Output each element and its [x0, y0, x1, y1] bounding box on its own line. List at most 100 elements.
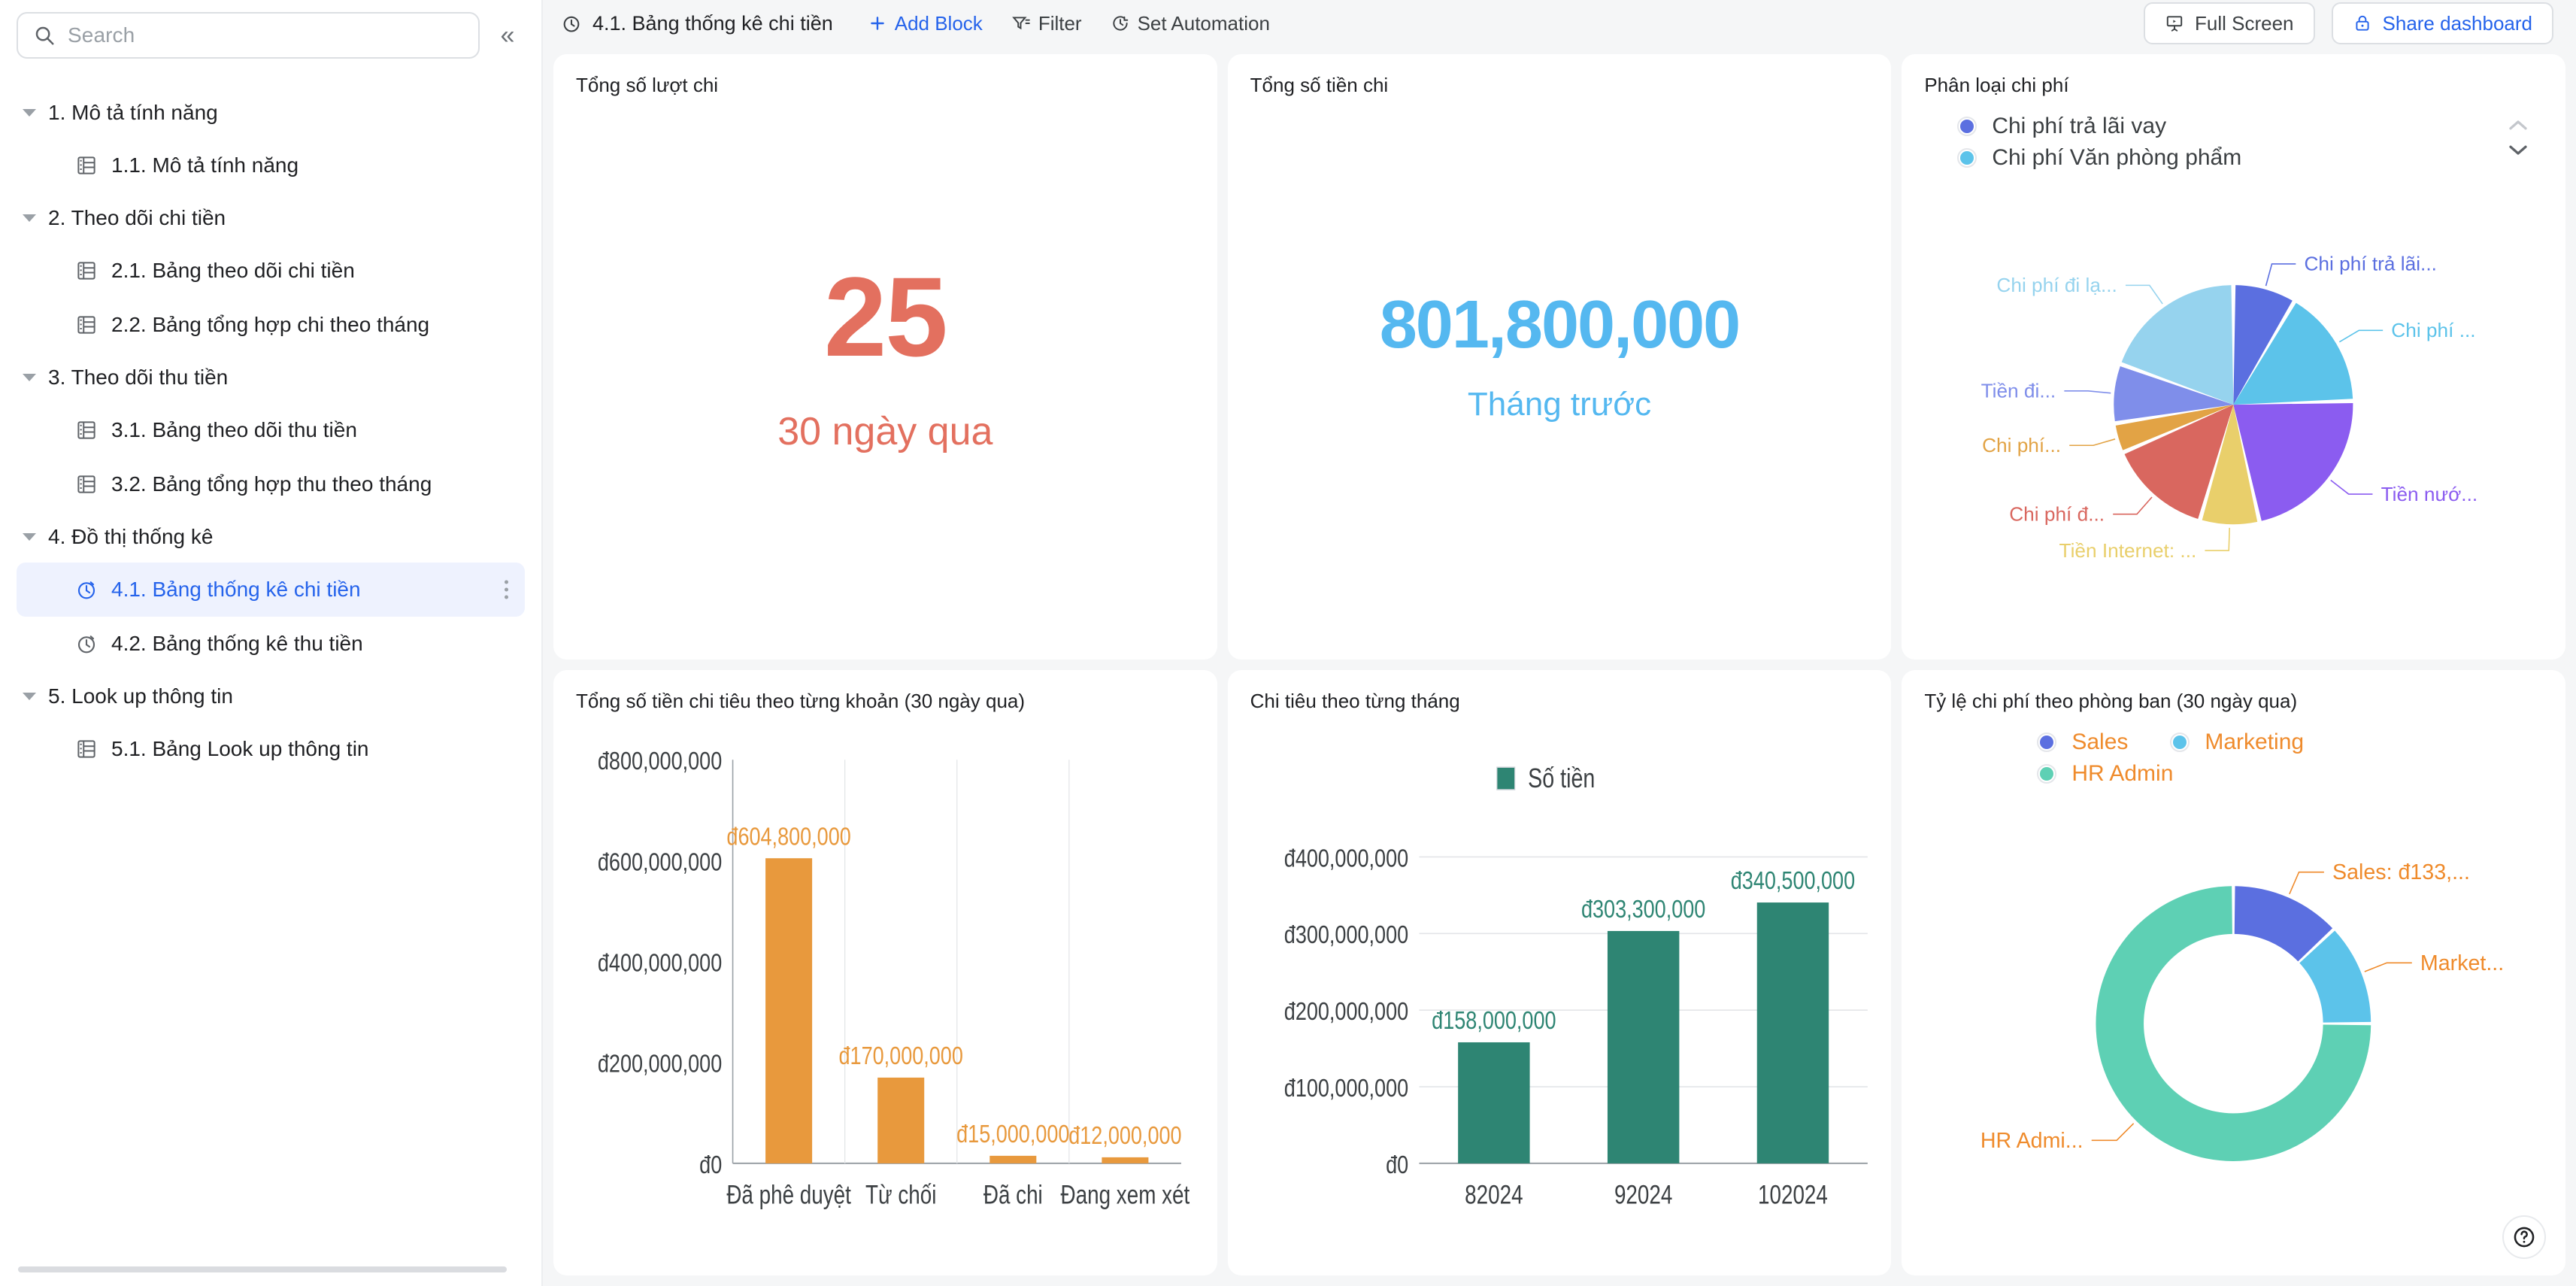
caret-down-icon	[23, 109, 36, 117]
main-area: 4.1. Bảng thống kê chi tiền Add Block Fi…	[543, 0, 2576, 1286]
y-tick-label: đ300,000,000	[1283, 921, 1408, 949]
question-mark-icon	[2514, 1227, 2535, 1248]
y-tick-label: đ400,000,000	[598, 949, 722, 978]
bar-value-label: đ170,000,000	[839, 1042, 963, 1070]
item-more-options-icon[interactable]	[505, 580, 508, 599]
set-automation-label: Set Automation	[1137, 11, 1270, 35]
sidebar-item-2-1[interactable]: 2.1. Bảng theo dõi chi tiền	[17, 244, 525, 298]
pie-slice-label: Tiền đi...	[1981, 380, 2056, 402]
bar[interactable]	[765, 858, 813, 1163]
sidebar-group-label: 4. Đồ thị thống kê	[48, 525, 214, 548]
pie-slice-label: Tiền Internet: ...	[2059, 539, 2197, 562]
sidebar-group-2[interactable]: 2. Theo dõi chi tiền	[0, 193, 541, 244]
page-title: 4.1. Bảng thống kê chi tiền	[561, 12, 833, 35]
search-placeholder: Search	[68, 23, 135, 47]
bar[interactable]	[1102, 1157, 1149, 1163]
search-icon	[35, 26, 54, 45]
sidebar-group-5[interactable]: 5. Look up thông tin	[0, 671, 541, 722]
sidebar-item-5-1[interactable]: 5.1. Bảng Look up thông tin	[17, 722, 525, 776]
filter-button[interactable]: Filter	[1011, 12, 1082, 35]
kpi-total-amount-subtitle: Tháng trước	[1467, 385, 1652, 423]
donut-slice-label: Market...	[2420, 951, 2504, 975]
full-screen-label: Full Screen	[2195, 11, 2294, 35]
sidebar: Search « 1. Mô tả tính năng 1.1. Mô tả tí…	[0, 0, 543, 1286]
card-expense-by-status: Tổng số tiền chi tiêu theo từng khoản (3…	[553, 670, 1217, 1275]
sidebar-group-1[interactable]: 1. Mô tả tính năng	[0, 87, 541, 138]
sidebar-item-4-1[interactable]: 4.1. Bảng thống kê chi tiền	[17, 563, 525, 617]
table-icon	[77, 421, 95, 439]
x-tick-label: Đang xem xét	[1061, 1180, 1190, 1210]
bar[interactable]	[1457, 1042, 1530, 1163]
bar[interactable]	[1607, 930, 1680, 1163]
legend-label: Số tiền	[1528, 763, 1595, 793]
kpi-total-amount: 801,800,000 Tháng trước	[1228, 54, 1892, 660]
bar-value-label: đ158,000,000	[1432, 1006, 1556, 1035]
bar[interactable]	[1756, 902, 1829, 1163]
bar[interactable]	[989, 1155, 1037, 1163]
collapse-sidebar-button[interactable]: «	[490, 18, 525, 53]
kpi-total-amount-value: 801,800,000	[1379, 287, 1741, 362]
table-icon	[77, 156, 95, 174]
chart-legend: Số tiền	[1496, 763, 1595, 793]
caret-down-icon	[23, 214, 36, 222]
sidebar-item-label: 4.1. Bảng thống kê chi tiền	[111, 578, 361, 601]
sidebar-group-label: 3. Theo dõi thu tiền	[48, 365, 229, 389]
y-tick-label: đ800,000,000	[598, 747, 722, 775]
sidebar-item-3-2[interactable]: 3.2. Bảng tổng hợp thu theo tháng	[17, 457, 525, 511]
sidebar-group-4[interactable]: 4. Đồ thị thống kê	[0, 511, 541, 563]
sidebar-item-2-2[interactable]: 2.2. Bảng tổng hợp chi theo tháng	[17, 298, 525, 352]
sidebar-item-1-1[interactable]: 1.1. Mô tả tính năng	[17, 138, 525, 193]
sidebar-item-label: 2.1. Bảng theo dõi chi tiền	[111, 259, 355, 282]
donut-slice-label: HR Admi...	[1980, 1129, 2084, 1153]
set-automation-button[interactable]: Set Automation	[1111, 12, 1270, 35]
sidebar-item-label: 5.1. Bảng Look up thông tin	[111, 737, 369, 760]
plus-icon	[870, 17, 884, 30]
table-icon	[77, 475, 95, 493]
x-tick-label: 102024	[1758, 1180, 1828, 1210]
kpi-total-count-subtitle: 30 ngày qua	[777, 409, 993, 453]
bar-chart-by-month: đ0 đ100,000,000 đ200,000,000 đ300,000,000 đ4…	[1228, 670, 1892, 1275]
sidebar-item-label: 1.1. Mô tả tính năng	[111, 153, 299, 177]
pie-slice-label: Chi phí ...	[2392, 319, 2476, 341]
sidebar-item-label: 3.2. Bảng tổng hợp thu theo tháng	[111, 472, 432, 496]
y-tick-label: đ0	[699, 1151, 722, 1179]
pie-chart: Chi phí trả lãi... Chi phí ... Tiền nướ...…	[1902, 54, 2565, 660]
y-tick-label: đ0	[1386, 1151, 1408, 1179]
card-total-count: Tổng số lượt chi 25 30 ngày qua	[553, 54, 1217, 660]
sidebar-group: 3. Theo dõi thu tiền 3.1. Bảng theo dõi t…	[0, 352, 541, 511]
pie-slice-label: Chi phí trả lãi...	[2305, 253, 2437, 275]
sidebar-header: Search «	[0, 0, 541, 66]
sidebar-item-3-1[interactable]: 3.1. Bảng theo dõi thu tiền	[17, 403, 525, 457]
donut-chart: Sales: đ133,... Market... HR Admi...	[1902, 670, 2565, 1275]
table-icon	[77, 262, 95, 280]
card-expense-by-department: Tỷ lệ chi phí theo phòng ban (30 ngày qu…	[1902, 670, 2565, 1275]
app-root: Search « 1. Mô tả tính năng 1.1. Mô tả tí…	[0, 0, 2576, 1286]
share-dashboard-label: Share dashboard	[2382, 11, 2532, 35]
bar[interactable]	[877, 1077, 925, 1163]
table-icon	[77, 740, 95, 758]
share-dashboard-button[interactable]: Share dashboard	[2331, 2, 2553, 44]
search-input[interactable]: Search	[17, 12, 480, 59]
y-tick-label: đ600,000,000	[598, 848, 722, 877]
pie-slice-label: Chi phí đi lạ...	[1997, 274, 2117, 296]
donut-slice-label: Sales: đ133,...	[2332, 860, 2470, 884]
help-button[interactable]	[2502, 1215, 2546, 1259]
x-tick-label: Đã phê duyệt	[726, 1180, 851, 1210]
dashboard-clock-icon	[563, 16, 580, 32]
bar-value-label: đ12,000,000	[1068, 1121, 1181, 1150]
filter-icon	[1011, 17, 1030, 30]
pie-slice-label: Chi phí...	[1982, 434, 2061, 456]
x-tick-label: Đã chi	[983, 1180, 1043, 1210]
add-block-button[interactable]: Add Block	[868, 12, 983, 35]
kpi-total-count-value: 25	[823, 253, 948, 380]
lock-icon	[2355, 15, 2369, 31]
bar-value-label: đ15,000,000	[956, 1120, 1069, 1148]
full-screen-button[interactable]: Full Screen	[2144, 2, 2315, 44]
card-total-amount: Tổng số tiền chi 801,800,000 Tháng trước	[1227, 54, 1892, 660]
x-tick-label: Từ chối	[865, 1180, 936, 1210]
sidebar-horizontal-scrollbar[interactable]	[18, 1266, 507, 1272]
x-tick-label: 92024	[1614, 1180, 1672, 1210]
sidebar-item-4-2[interactable]: 4.2. Bảng thống kê thu tiền	[17, 617, 525, 671]
sidebar-group-3[interactable]: 3. Theo dõi thu tiền	[0, 352, 541, 403]
plot-area: đ0 đ200,000,000 đ400,000,000 đ600,000,000 đ8…	[598, 747, 1190, 1209]
